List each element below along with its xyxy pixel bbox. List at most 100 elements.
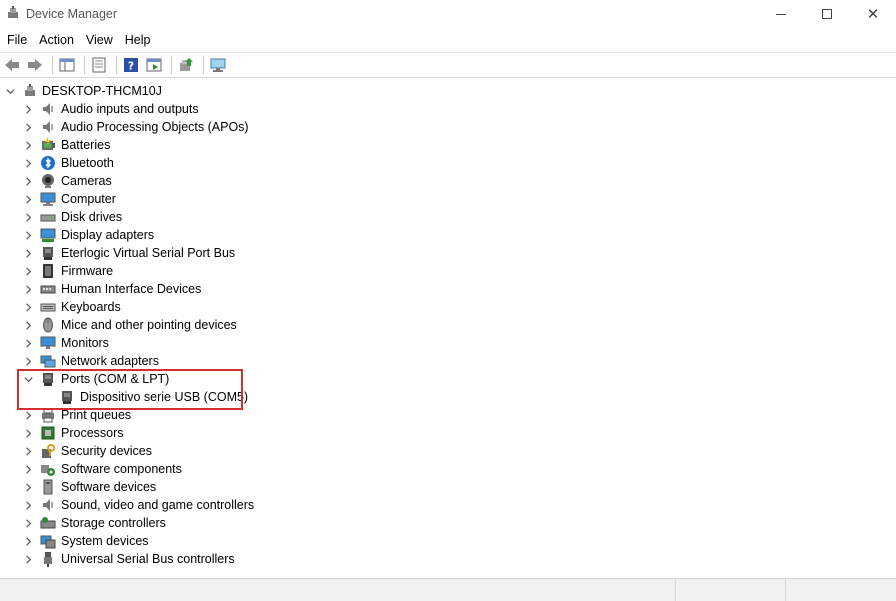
tree-category[interactable]: Security devices bbox=[0, 442, 896, 460]
tree-category[interactable]: Processors bbox=[0, 424, 896, 442]
action-pane-icon bbox=[146, 58, 162, 72]
toolbar: ? bbox=[0, 52, 896, 78]
tree-item-label: Audio Processing Objects (APOs) bbox=[61, 120, 249, 134]
tree-category[interactable]: Software components bbox=[0, 460, 896, 478]
chevron-right-icon[interactable] bbox=[22, 409, 34, 421]
menu-view[interactable]: View bbox=[81, 33, 118, 47]
tree-item-label: Sound, video and game controllers bbox=[61, 498, 255, 512]
tree-category[interactable]: Network adapters bbox=[0, 352, 896, 370]
toolbar-separator bbox=[116, 56, 117, 74]
svg-text:?: ? bbox=[128, 60, 134, 73]
tree-category[interactable]: Audio inputs and outputs bbox=[0, 100, 896, 118]
tree-category[interactable]: Computer bbox=[0, 190, 896, 208]
tree-category[interactable]: Firmware bbox=[0, 262, 896, 280]
tree-category[interactable]: Monitors bbox=[0, 334, 896, 352]
tree-category[interactable]: System devices bbox=[0, 532, 896, 550]
forward-button[interactable] bbox=[25, 55, 45, 75]
tree-category[interactable]: Cameras bbox=[0, 172, 896, 190]
maximize-icon bbox=[822, 9, 832, 19]
chevron-right-icon[interactable] bbox=[22, 355, 34, 367]
action-pane-button[interactable] bbox=[144, 55, 164, 75]
tree-category[interactable]: Human Interface Devices bbox=[0, 280, 896, 298]
chevron-right-icon[interactable] bbox=[22, 499, 34, 511]
back-button[interactable] bbox=[2, 55, 22, 75]
update-driver-button[interactable] bbox=[176, 55, 196, 75]
tree-root[interactable]: DESKTOP-THCM10J bbox=[0, 82, 896, 100]
show-hide-console-tree-button[interactable] bbox=[57, 55, 77, 75]
tree-item-label: Print queues bbox=[61, 408, 132, 422]
tree-item-label: Mice and other pointing devices bbox=[61, 318, 237, 332]
properties-icon bbox=[92, 57, 106, 73]
battery-icon bbox=[40, 137, 56, 153]
tree-item-label: Network adapters bbox=[61, 354, 159, 368]
menu-action[interactable]: Action bbox=[34, 33, 79, 47]
security-icon bbox=[40, 443, 56, 459]
chevron-right-icon[interactable] bbox=[22, 481, 34, 493]
tree-category[interactable]: Mice and other pointing devices bbox=[0, 316, 896, 334]
speaker-icon bbox=[40, 497, 56, 513]
properties-button[interactable] bbox=[89, 55, 109, 75]
chevron-right-icon[interactable] bbox=[22, 229, 34, 241]
chevron-right-icon[interactable] bbox=[22, 103, 34, 115]
speaker-icon bbox=[40, 119, 56, 135]
tree-item-label: Disk drives bbox=[61, 210, 123, 224]
back-arrow-icon bbox=[5, 59, 19, 71]
chevron-right-icon[interactable] bbox=[22, 139, 34, 151]
tree-category[interactable]: Display adapters bbox=[0, 226, 896, 244]
tree-item-label: Processors bbox=[61, 426, 124, 440]
chevron-right-icon[interactable] bbox=[22, 427, 34, 439]
tree-category[interactable]: Sound, video and game controllers bbox=[0, 496, 896, 514]
tree-item-label: Security devices bbox=[61, 444, 153, 458]
chevron-right-icon[interactable] bbox=[22, 517, 34, 529]
chevron-right-icon[interactable] bbox=[22, 301, 34, 313]
scan-hardware-button[interactable] bbox=[208, 55, 228, 75]
tree-category[interactable]: Batteries bbox=[0, 136, 896, 154]
chevron-right-icon[interactable] bbox=[22, 247, 34, 259]
tree-category[interactable]: Keyboards bbox=[0, 298, 896, 316]
device-manager-app-icon bbox=[8, 6, 18, 18]
chevron-right-icon[interactable] bbox=[22, 553, 34, 565]
update-driver-icon bbox=[180, 58, 193, 71]
bluetooth-icon bbox=[40, 155, 56, 171]
menu-file[interactable]: File bbox=[2, 33, 32, 47]
chevron-right-icon[interactable] bbox=[22, 463, 34, 475]
tree-category[interactable]: Storage controllers bbox=[0, 514, 896, 532]
tree-item-label: Keyboards bbox=[61, 300, 121, 314]
maximize-button[interactable] bbox=[804, 0, 850, 28]
chevron-right-icon[interactable] bbox=[22, 193, 34, 205]
tree-category[interactable]: Software devices bbox=[0, 478, 896, 496]
device-tree: DESKTOP-THCM10J Audio inputs and outputs A… bbox=[0, 81, 896, 576]
tree-category[interactable]: Bluetooth bbox=[0, 154, 896, 172]
tree-category[interactable]: Universal Serial Bus controllers bbox=[0, 550, 896, 568]
display-adapter-icon bbox=[40, 227, 56, 243]
speaker-icon bbox=[40, 101, 56, 117]
menu-bar: File Action View Help bbox=[0, 29, 896, 51]
chevron-down-icon[interactable] bbox=[4, 85, 16, 97]
minimize-icon bbox=[776, 13, 786, 15]
toolbar-separator bbox=[171, 56, 172, 74]
tree-item-label: Monitors bbox=[61, 336, 109, 350]
chevron-right-icon[interactable] bbox=[22, 211, 34, 223]
camera-icon bbox=[40, 173, 56, 189]
help-button[interactable]: ? bbox=[121, 55, 141, 75]
tree-item-label: Eterlogic Virtual Serial Port Bus bbox=[61, 246, 236, 260]
chevron-right-icon[interactable] bbox=[22, 121, 34, 133]
tree-category[interactable]: Audio Processing Objects (APOs) bbox=[0, 118, 896, 136]
menu-help[interactable]: Help bbox=[120, 33, 156, 47]
chevron-right-icon[interactable] bbox=[22, 265, 34, 277]
tree-item-label: Batteries bbox=[61, 138, 111, 152]
disk-drive-icon bbox=[40, 209, 56, 225]
minimize-button[interactable] bbox=[758, 0, 804, 28]
tree-category[interactable]: Eterlogic Virtual Serial Port Bus bbox=[0, 244, 896, 262]
status-segment bbox=[0, 579, 676, 601]
chevron-right-icon[interactable] bbox=[22, 445, 34, 457]
chevron-right-icon[interactable] bbox=[22, 535, 34, 547]
chevron-right-icon[interactable] bbox=[22, 157, 34, 169]
chevron-right-icon[interactable] bbox=[22, 319, 34, 331]
chevron-right-icon[interactable] bbox=[22, 283, 34, 295]
close-button[interactable]: ✕ bbox=[850, 0, 896, 28]
chevron-right-icon[interactable] bbox=[22, 175, 34, 187]
tree-category[interactable]: Disk drives bbox=[0, 208, 896, 226]
tree-item-label: Bluetooth bbox=[61, 156, 114, 170]
chevron-right-icon[interactable] bbox=[22, 337, 34, 349]
